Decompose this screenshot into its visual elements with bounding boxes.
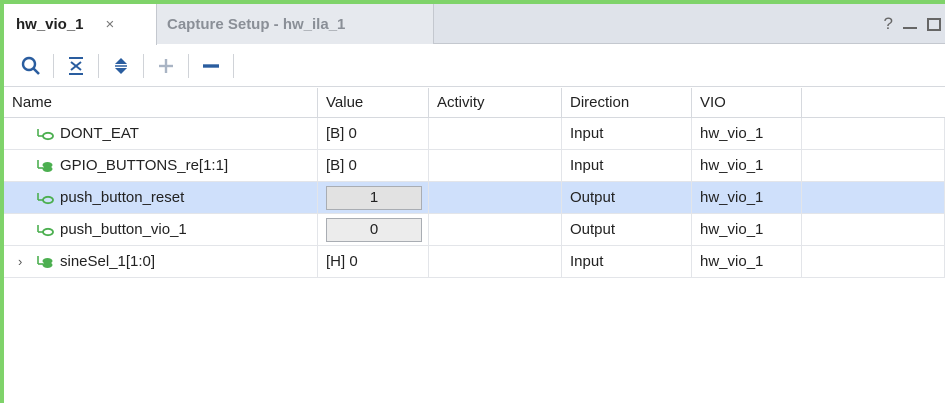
cell-name: push_button_vio_1 (4, 214, 318, 245)
cell-direction: Output (562, 214, 692, 245)
cell-direction: Output (562, 182, 692, 213)
cell-activity (429, 118, 562, 149)
bus-signal-icon (36, 255, 54, 269)
cell-filler (802, 150, 945, 181)
column-header-vio[interactable]: VIO (692, 88, 802, 117)
signal-table: DONT_EAT [B] 0 Input hw_vio_1 GPIO_BUTTO… (4, 118, 945, 278)
cell-name: push_button_reset (4, 182, 318, 213)
table-header: Name Value Activity Direction VIO (4, 88, 945, 118)
cell-activity (429, 150, 562, 181)
cell-filler (802, 118, 945, 149)
toolbar-separator (143, 53, 144, 78)
table-row[interactable]: › sineSel_1[1:0] [H] 0 Input hw_vio_1 (4, 246, 945, 278)
cell-vio: hw_vio_1 (692, 214, 802, 245)
cell-name: DONT_EAT (4, 118, 318, 149)
remove-icon[interactable] (198, 53, 224, 79)
value-text: [H] 0 (326, 253, 358, 270)
signal-name: sineSel_1[1:0] (60, 253, 156, 270)
bus-signal-icon (36, 159, 54, 173)
cell-activity (429, 214, 562, 245)
search-icon[interactable] (18, 53, 44, 79)
signal-icon (36, 223, 54, 237)
signal-icon (36, 127, 54, 141)
column-header-filler (802, 88, 945, 117)
cell-value: 1 (318, 182, 429, 213)
cell-name: GPIO_BUTTONS_re[1:1] (4, 150, 318, 181)
cell-filler (802, 246, 945, 277)
window-controls: ? (884, 4, 941, 44)
tab-bar: hw_vio_1 × Capture Setup - hw_ila_1 ? (4, 4, 945, 45)
cell-name: › sineSel_1[1:0] (4, 246, 318, 277)
cell-vio: hw_vio_1 (692, 150, 802, 181)
table-row[interactable]: push_button_reset 1 Output hw_vio_1 (4, 182, 945, 214)
table-row[interactable]: push_button_vio_1 0 Output hw_vio_1 (4, 214, 945, 246)
maximize-icon[interactable] (927, 17, 941, 31)
column-header-value[interactable]: Value (318, 88, 429, 117)
cell-filler (802, 182, 945, 213)
cell-filler (802, 214, 945, 245)
column-header-direction[interactable]: Direction (562, 88, 692, 117)
cell-direction: Input (562, 118, 692, 149)
signal-name: push_button_reset (60, 189, 185, 206)
value-text: [B] 0 (326, 157, 357, 174)
cell-vio: hw_vio_1 (692, 246, 802, 277)
chevron-right-icon[interactable]: › (18, 254, 36, 269)
column-header-name[interactable]: Name (4, 88, 318, 117)
expand-all-icon[interactable] (108, 53, 134, 79)
cell-direction: Input (562, 246, 692, 277)
toolbar (4, 45, 945, 87)
tab-label: Capture Setup - hw_ila_1 (167, 15, 346, 33)
cell-value: [B] 0 (318, 118, 429, 149)
value-text: [B] 0 (326, 125, 357, 142)
add-icon[interactable] (153, 53, 179, 79)
tab-label: hw_vio_1 (16, 16, 84, 33)
column-header-activity[interactable]: Activity (429, 88, 562, 117)
tab-hw-vio-1[interactable]: hw_vio_1 × (4, 4, 157, 45)
cell-direction: Input (562, 150, 692, 181)
toolbar-separator (188, 53, 189, 78)
table-row[interactable]: GPIO_BUTTONS_re[1:1] [B] 0 Input hw_vio_… (4, 150, 945, 182)
cell-vio: hw_vio_1 (692, 182, 802, 213)
minimize-icon[interactable] (903, 27, 917, 29)
signal-icon (36, 191, 54, 205)
signal-name: push_button_vio_1 (60, 221, 187, 238)
cell-activity (429, 182, 562, 213)
help-icon[interactable]: ? (884, 14, 893, 34)
cell-activity (429, 246, 562, 277)
table-row[interactable]: DONT_EAT [B] 0 Input hw_vio_1 (4, 118, 945, 150)
cell-vio: hw_vio_1 (692, 118, 802, 149)
value-input[interactable]: 1 (326, 185, 422, 210)
toolbar-separator (233, 53, 234, 78)
close-icon[interactable]: × (106, 16, 115, 33)
cell-value: [H] 0 (318, 246, 429, 277)
tab-capture-setup[interactable]: Capture Setup - hw_ila_1 (157, 4, 434, 44)
signal-name: GPIO_BUTTONS_re[1:1] (60, 157, 229, 174)
cell-value: 0 (318, 214, 429, 245)
toolbar-separator (53, 53, 54, 78)
value-input[interactable]: 0 (326, 217, 422, 242)
cell-value: [B] 0 (318, 150, 429, 181)
collapse-all-icon[interactable] (63, 53, 89, 79)
toolbar-separator (98, 53, 99, 78)
signal-name: DONT_EAT (60, 125, 139, 142)
